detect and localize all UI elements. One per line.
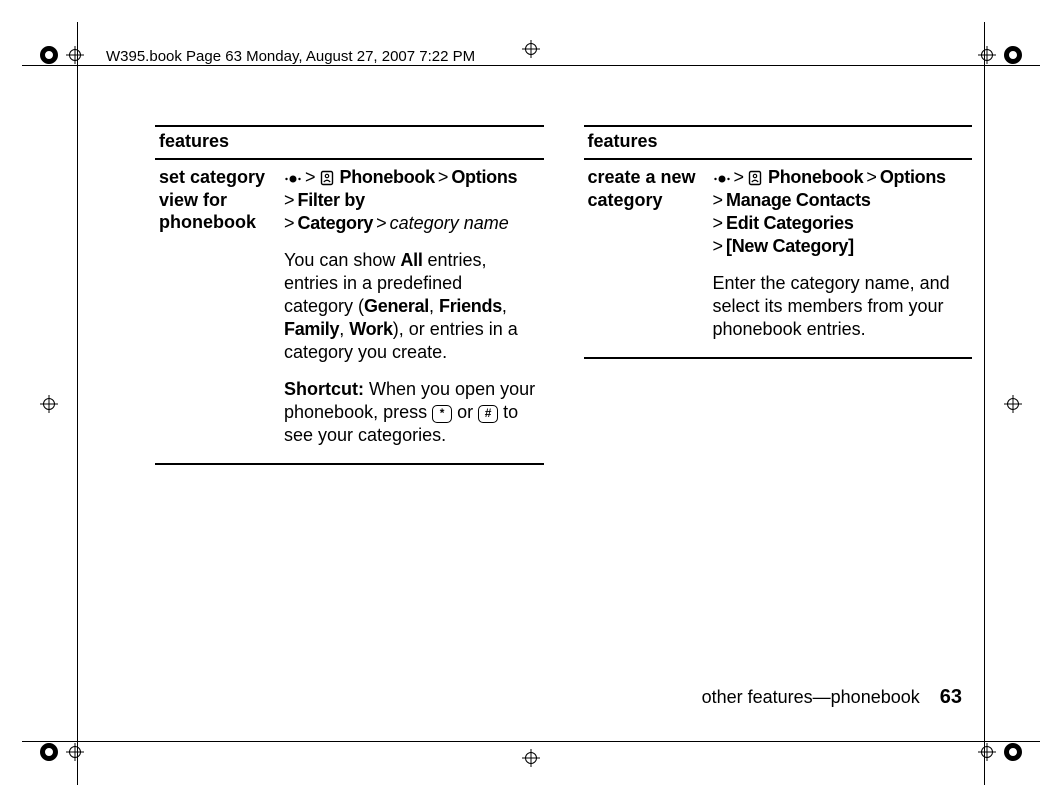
registration-mark (522, 749, 540, 767)
body-text: or (452, 402, 478, 422)
footer-section-title: other features—phonebook (702, 687, 920, 708)
crosshair-icon (522, 40, 540, 58)
separator: > (713, 213, 727, 233)
registration-mark (40, 743, 84, 761)
menu-item: General (364, 296, 429, 316)
registration-mark (40, 46, 84, 64)
feature-name: create a new category (584, 160, 709, 357)
placeholder-text: category name (390, 213, 509, 233)
bullseye-icon (1004, 46, 1022, 64)
crop-line (984, 22, 985, 785)
right-column: features create a new category > Phonebo… (584, 125, 973, 697)
registration-mark (978, 743, 1022, 761)
crop-line (77, 22, 78, 785)
separator: > (713, 236, 727, 256)
crop-line (22, 741, 1040, 742)
crosshair-icon (66, 46, 84, 64)
bullseye-icon (40, 46, 58, 64)
center-key-icon (713, 172, 731, 186)
content-area: features set category view for phonebook… (155, 125, 972, 697)
crosshair-icon (40, 395, 58, 413)
crosshair-icon (66, 743, 84, 761)
feature-description: > Phonebook>Options >Filter by >Category… (280, 160, 544, 463)
center-key-icon (284, 172, 302, 186)
table-row: set category view for phonebook > Phoneb… (155, 160, 544, 463)
phonebook-icon (747, 170, 763, 186)
crosshair-icon (978, 46, 996, 64)
menu-item: All (400, 250, 422, 270)
table-header: features (155, 127, 544, 160)
left-column: features set category view for phonebook… (155, 125, 544, 697)
menu-item: Filter by (298, 190, 365, 210)
page-number: 63 (940, 686, 962, 709)
registration-mark (978, 46, 1022, 64)
crosshair-icon (978, 743, 996, 761)
separator: > (713, 190, 727, 210)
menu-item: Phonebook (340, 167, 435, 187)
body-text: , (502, 296, 507, 316)
crosshair-icon (522, 749, 540, 767)
body-text: , (429, 296, 439, 316)
menu-item: Manage Contacts (726, 190, 871, 210)
table-header: features (584, 127, 973, 160)
page: W395.book Page 63 Monday, August 27, 200… (0, 0, 1062, 807)
bullseye-icon (40, 743, 58, 761)
menu-item: Edit Categories (726, 213, 854, 233)
registration-mark (522, 40, 540, 58)
crop-line (22, 65, 1040, 66)
separator: > (302, 167, 319, 187)
feature-name: set category view for phonebook (155, 160, 280, 463)
separator: > (731, 167, 748, 187)
features-table: features create a new category > Phonebo… (584, 125, 973, 359)
menu-item: Category (298, 213, 374, 233)
separator: > (373, 213, 390, 233)
feature-description: > Phonebook>Options >Manage Contacts >Ed… (709, 160, 973, 357)
registration-mark (1004, 395, 1022, 413)
separator: > (284, 190, 298, 210)
menu-item: [New Category] (726, 236, 854, 256)
menu-item: Options (451, 167, 517, 187)
body-text: You can show (284, 250, 400, 270)
table-row: create a new category > Phonebook>Option… (584, 160, 973, 357)
hash-key-icon: # (478, 405, 498, 423)
separator: > (284, 213, 298, 233)
shortcut-label: Shortcut: (284, 379, 364, 399)
phonebook-icon (319, 170, 335, 186)
menu-item: Friends (439, 296, 502, 316)
separator: > (435, 167, 452, 187)
menu-item: Family (284, 319, 339, 339)
crosshair-icon (1004, 395, 1022, 413)
page-footer: other features—phonebook 63 (702, 686, 962, 709)
body-text: Enter the category name, and select its … (713, 272, 965, 341)
registration-mark (40, 395, 58, 413)
body-text: , (339, 319, 349, 339)
menu-item: Phonebook (768, 167, 863, 187)
page-header: W395.book Page 63 Monday, August 27, 200… (106, 48, 475, 65)
separator: > (863, 167, 880, 187)
menu-item: Work (349, 319, 392, 339)
menu-item: Options (880, 167, 946, 187)
bullseye-icon (1004, 743, 1022, 761)
features-table: features set category view for phonebook… (155, 125, 544, 465)
star-key-icon: * (432, 405, 452, 423)
